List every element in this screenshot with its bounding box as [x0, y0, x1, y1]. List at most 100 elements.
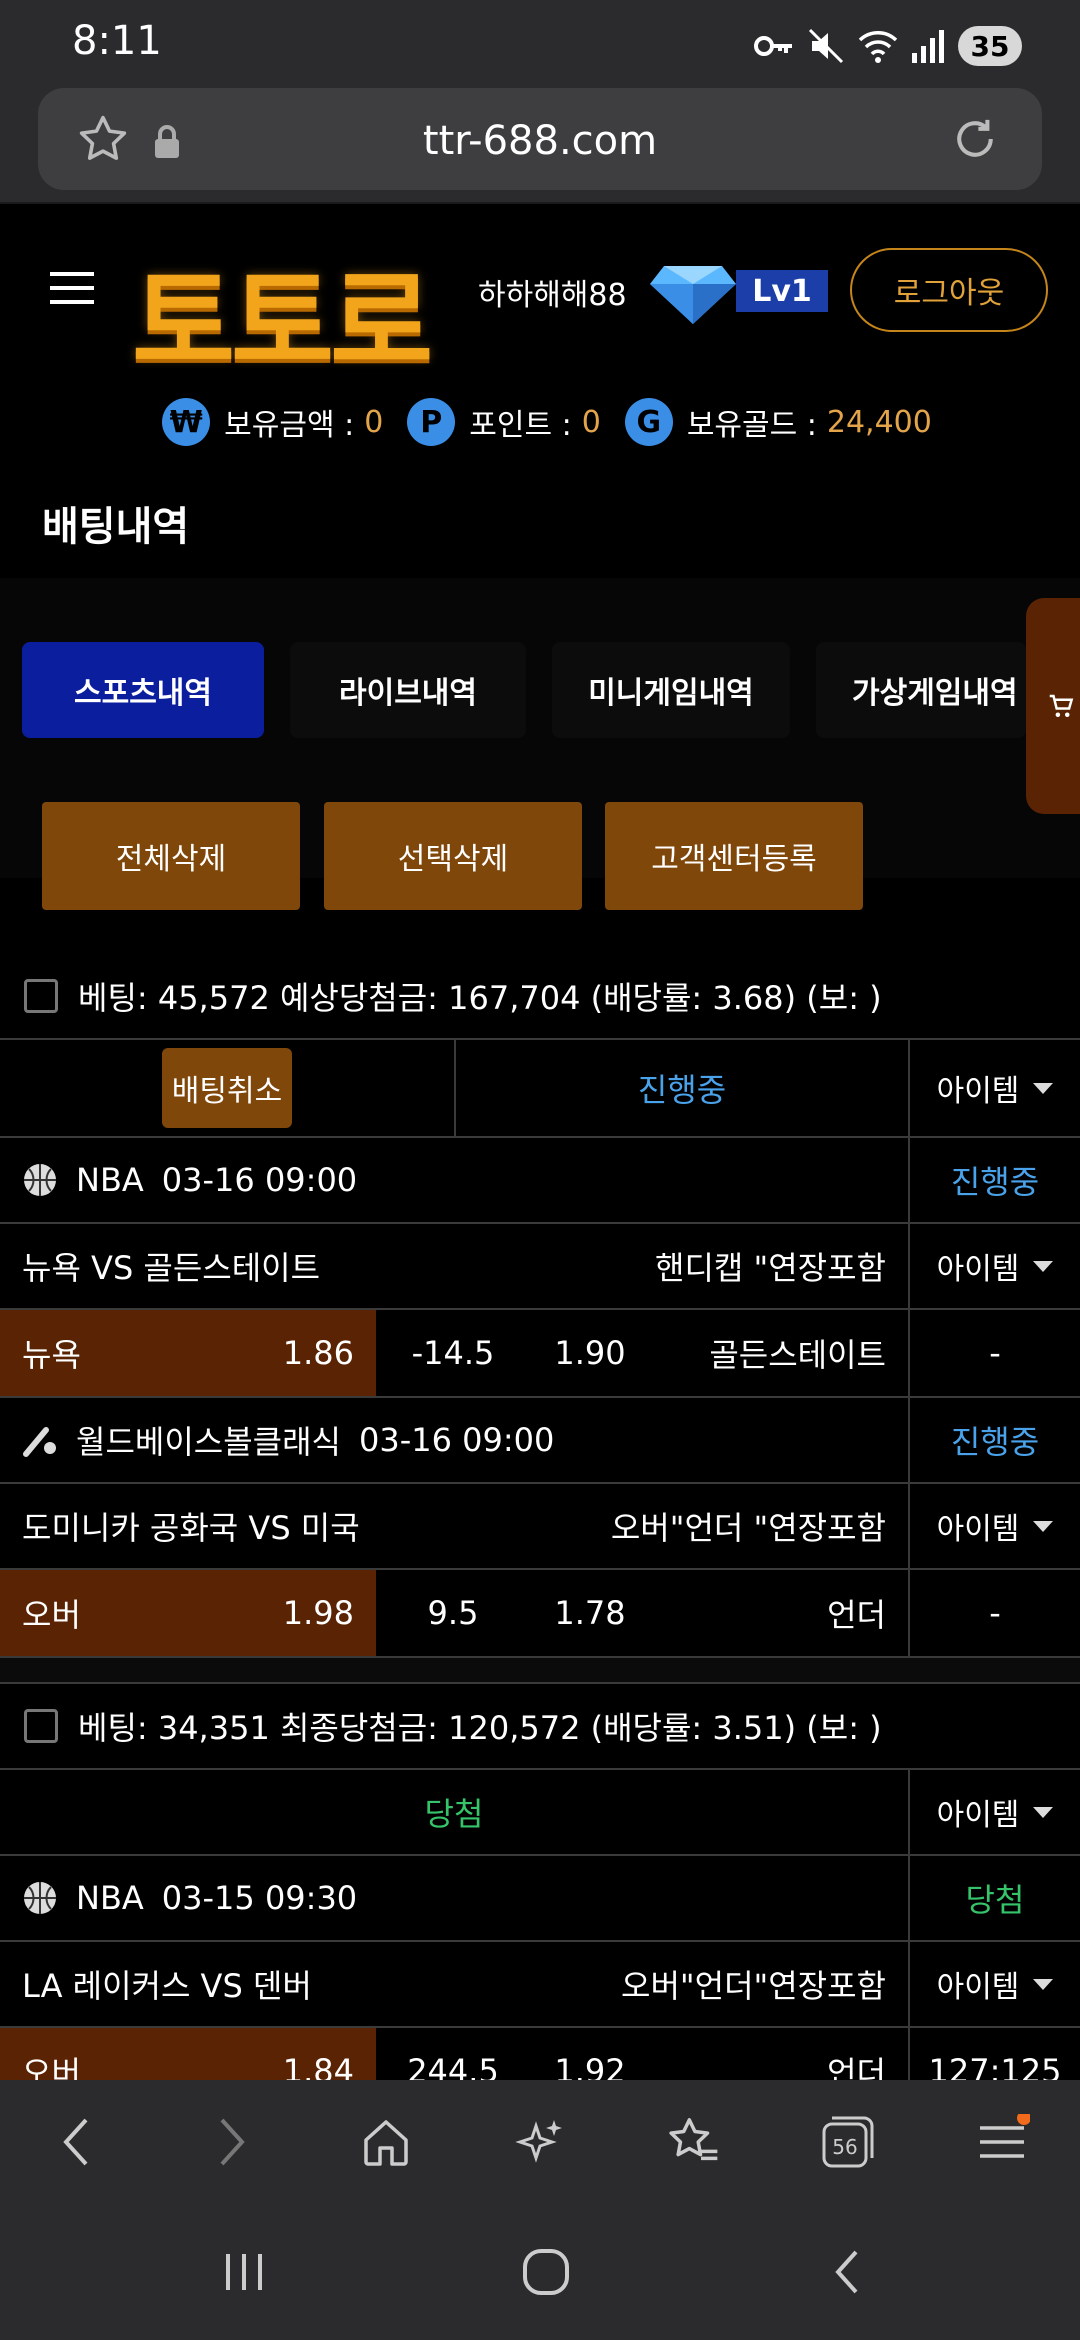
item-dropdown[interactable]: 아이템 [910, 1942, 1080, 2026]
game-datetime: 03-15 09:30 [161, 1879, 358, 1917]
delete-all-button[interactable]: 전체삭제 [42, 802, 300, 910]
item-dropdown[interactable]: 아이템 [910, 1484, 1080, 1568]
ai-button[interactable] [508, 2110, 572, 2174]
item-dropdown[interactable]: 아이템 [910, 1224, 1080, 1308]
recents-icon [226, 2254, 262, 2290]
item-label: 아이템 [936, 1970, 1020, 2005]
matchup: 도미니카 공화국 VS 미국 [22, 1509, 360, 1547]
market-type: 오버"언더 "연장포함 [610, 1509, 886, 1547]
item-label: 아이템 [936, 1074, 1020, 1109]
game-status: 진행중 [950, 1163, 1040, 1201]
tab-minigame[interactable]: 미니게임내역 [552, 642, 790, 738]
home-team: 뉴욕 [22, 1336, 81, 1374]
item-label: 아이템 [936, 1512, 1020, 1547]
hamburger-menu-icon[interactable] [50, 270, 94, 306]
game-status: 당첨 [965, 1881, 1025, 1919]
key-icon [754, 36, 792, 56]
menu-icon [980, 2114, 1030, 2158]
system-back-button[interactable] [816, 2240, 880, 2304]
reload-icon[interactable] [948, 112, 1002, 166]
chevron-down-icon [1033, 1520, 1054, 1532]
chevron-down-icon [1033, 1260, 1054, 1272]
baseball-icon [23, 1427, 56, 1457]
away-odds: 1.90 [554, 1334, 626, 1372]
game-header-row: NBA 03-15 09:30 당첨 [0, 1856, 1080, 1942]
balance-bar: ₩ 보유금액 : 0 P 포인트 : 0 G 보유골드 : 24,400 [0, 394, 1080, 450]
home-team: 오버 [22, 1596, 81, 1634]
username: 하하해해88 [478, 278, 627, 313]
url-text[interactable]: ttr-688.com [0, 118, 1080, 164]
chevron-down-icon [1033, 1082, 1054, 1094]
gold-icon: G [624, 398, 673, 446]
odds-row: 오버 1.98 9.5 1.78 언더 - [0, 1570, 1080, 1658]
home-button[interactable] [354, 2110, 418, 2174]
market-type: 오버"언더"연장포함 [621, 1967, 886, 2005]
item-dropdown[interactable]: 아이템 [910, 1770, 1080, 1854]
chevron-left-icon [63, 2118, 88, 2166]
system-home-button[interactable] [514, 2240, 578, 2304]
league-name: NBA [76, 1161, 144, 1199]
balance-label: 보유금액 : [224, 408, 355, 443]
site-logo[interactable]: 토토로 [132, 232, 433, 394]
game-header-row: 월드베이스볼클래식 03-16 09:00 진행중 [0, 1398, 1080, 1484]
bet-checkbox[interactable] [24, 1709, 58, 1743]
item-dropdown[interactable]: 아이템 [910, 1040, 1080, 1136]
recent-apps-button[interactable] [212, 2240, 276, 2304]
level-badge: Lv1 [736, 270, 828, 312]
game-header-row: NBA 03-16 09:00 진행중 [0, 1138, 1080, 1224]
home-odds: 1.98 [282, 1594, 354, 1632]
bet-checkbox[interactable] [24, 979, 58, 1013]
tab-count: 56 [832, 2135, 857, 2159]
logout-button[interactable]: 로그아웃 [850, 248, 1048, 332]
won-icon: ₩ [162, 398, 211, 446]
game-datetime: 03-16 09:00 [358, 1421, 555, 1459]
bet-summary-text: 베팅: 34,351 최종당첨금: 120,572 (배당률: 3.51) (보… [78, 1709, 882, 1747]
page-title: 배팅내역 [42, 504, 190, 550]
home-pick[interactable]: 오버 1.98 [0, 1570, 376, 1656]
bet-cancel-button[interactable]: 배팅취소 [161, 1048, 293, 1128]
back-button[interactable] [44, 2110, 108, 2174]
point-value: 0 [581, 404, 601, 440]
game-status: 진행중 [950, 1423, 1040, 1461]
gold-value: 24,400 [826, 404, 932, 440]
tab-sports[interactable]: 스포츠내역 [22, 642, 264, 738]
cart-icon [1049, 694, 1074, 717]
bet-summary-row: 베팅: 34,351 최종당첨금: 120,572 (배당률: 3.51) (보… [0, 1682, 1080, 1770]
tab-live[interactable]: 라이브내역 [290, 642, 526, 738]
game-datetime: 03-16 09:00 [161, 1161, 358, 1199]
battery-indicator: 35 [958, 26, 1022, 66]
tabs-icon: 56 [822, 2116, 874, 2168]
home-odds: 1.86 [282, 1334, 354, 1372]
item-label: 아이템 [936, 1252, 1020, 1287]
wifi-icon [858, 31, 898, 63]
forward-button[interactable] [200, 2110, 264, 2174]
menu-button[interactable] [970, 2110, 1034, 2174]
home-circle-icon [523, 2249, 569, 2295]
away-team: 언더 [650, 1570, 910, 1656]
customer-center-button[interactable]: 고객센터등록 [605, 802, 863, 910]
sparkle-icon [515, 2120, 562, 2163]
game-market-row: 도미니카 공화국 VS 미국 오버"언더 "연장포함 아이템 [0, 1484, 1080, 1570]
mute-icon [808, 28, 844, 64]
chevron-down-icon [1033, 1806, 1054, 1818]
away-team: 골든스테이트 [650, 1310, 910, 1396]
odds-row: 뉴욕 1.86 -14.5 1.90 골든스테이트 - [0, 1310, 1080, 1398]
home-icon [364, 2120, 408, 2166]
betslip-cart-button[interactable] [1026, 598, 1080, 814]
basketball-icon [24, 1164, 56, 1196]
signal-icon [912, 30, 944, 63]
tab-virtual[interactable]: 가상게임내역 [816, 642, 1026, 738]
bookmarks-button[interactable] [662, 2110, 726, 2174]
game-result: - [989, 1594, 1001, 1632]
league-name: 월드베이스볼클래식 [76, 1423, 341, 1461]
home-pick[interactable]: 뉴욕 1.86 [0, 1310, 376, 1396]
away-odds: 1.78 [554, 1594, 626, 1632]
status-time: 8:11 [72, 18, 162, 64]
handicap-line: 9.5 [427, 1594, 479, 1632]
bet-status-row: 배팅취소 진행중 아이템 [0, 1040, 1080, 1138]
point-label: 포인트 : [469, 408, 572, 443]
tabs-button[interactable]: 56 [816, 2110, 880, 2174]
delete-selected-button[interactable]: 선택삭제 [324, 802, 582, 910]
bet-separator [0, 1658, 1080, 1682]
chevron-right-icon [220, 2118, 245, 2166]
